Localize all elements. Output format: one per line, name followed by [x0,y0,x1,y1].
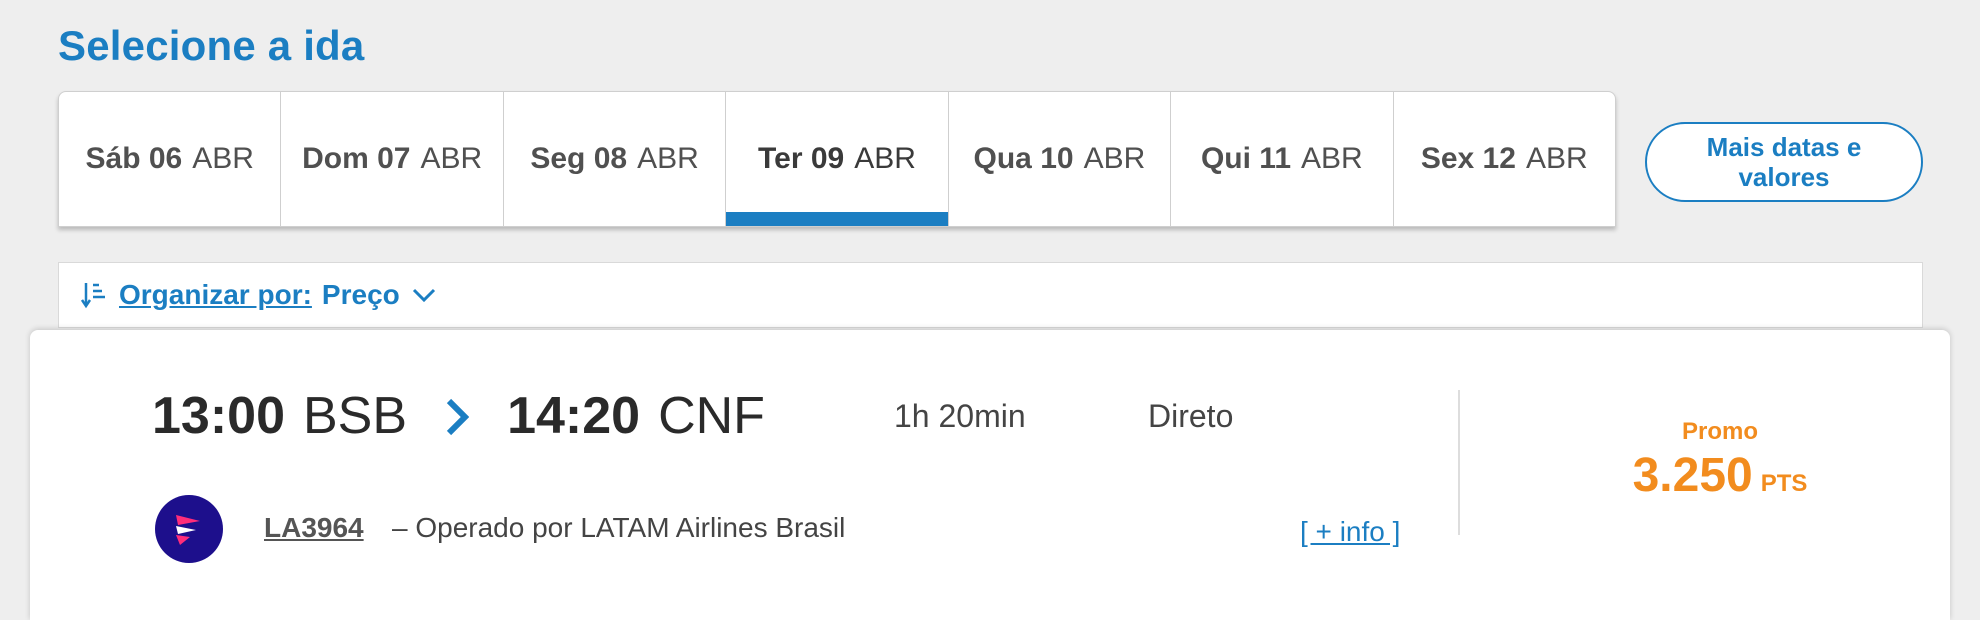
departure-time: 13:00 [152,387,285,445]
sort-label-link[interactable]: Organizar por: [119,279,312,311]
divider [1458,390,1460,535]
price-amount: 3.250 [1632,449,1753,502]
tab-date-1[interactable]: Dom 07 ABR [281,92,504,226]
tab-day: Seg 08 [530,142,628,175]
tab-day: Dom 07 [302,142,411,175]
price-unit: PTS [1760,470,1808,497]
tab-date-4[interactable]: Qua 10 ABR [949,92,1172,226]
tab-month: ABR [192,142,254,175]
tab-day: Sáb 06 [85,142,183,175]
tab-month: ABR [1525,142,1588,175]
date-tabs: Sáb 06 ABR Dom 07 ABR Seg 08 ABR Ter 09 … [58,91,1616,227]
more-dates-label-line1: Mais datas e [1706,132,1862,162]
tab-date-0[interactable]: Sáb 06 ABR [59,92,282,226]
tab-month: ABR [854,142,916,175]
tab-month: ABR [637,142,699,175]
tab-date-6[interactable]: Sex 12 ABR [1394,92,1615,226]
tab-date-3-selected[interactable]: Ter 09 ABR [726,92,949,226]
flight-duration: 1h 20min [894,398,1026,434]
tab-day: Ter 09 [758,142,845,175]
sort-bar: Organizar por: Preço [58,262,1923,328]
flight-number-link[interactable]: LA3964 [264,512,364,544]
tab-date-5[interactable]: Qui 11 ABR [1171,92,1394,226]
flight-card[interactable]: 13:00 BSB 14:20 CNF 1h 20min Direto LA39… [30,330,1950,620]
tab-month: ABR [1083,142,1146,175]
sort-value[interactable]: Preço [322,279,400,311]
price[interactable]: 3.250 PTS [1590,448,1850,503]
tab-day: Qui 11 [1200,142,1291,175]
more-info-link[interactable]: [ + info ] [1300,516,1400,548]
flight-times: 13:00 BSB 14:20 CNF [152,386,765,446]
chevron-right-icon [446,398,470,436]
fare-label: Promo [1681,418,1758,445]
flight-stops: Direto [1148,398,1234,434]
tab-month: ABR [1301,142,1363,175]
sort-icon [81,283,105,309]
operated-by: – Operado por LATAM Airlines Brasil [392,512,846,543]
tab-month: ABR [420,142,483,175]
tab-day: Sex 12 [1420,142,1516,175]
page-title: Selecione a ida [58,22,365,69]
arrival-airport: CNF [658,387,765,445]
latam-logo-icon [155,495,223,563]
departure-airport: BSB [303,387,408,445]
arrival-time: 14:20 [507,387,641,445]
tab-day: Qua 10 [973,142,1074,175]
more-dates-label-line2: valores [1738,162,1830,192]
more-dates-button[interactable]: Mais datas e valores [1645,122,1923,202]
chevron-down-icon[interactable] [412,287,436,303]
tab-date-2[interactable]: Seg 08 ABR [504,92,727,226]
